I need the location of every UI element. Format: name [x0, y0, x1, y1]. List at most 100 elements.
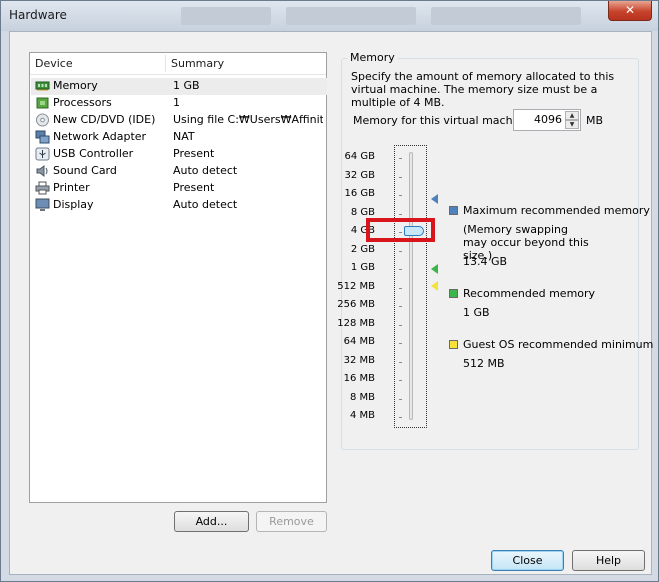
device-name: Processors [53, 96, 112, 109]
scale-tick [399, 176, 402, 178]
device-row-printer[interactable]: Printer Present [31, 180, 327, 197]
scale-tick [399, 361, 402, 363]
scale-tick [399, 324, 402, 326]
scale-tick [399, 380, 402, 381]
recommended-title: Recommended memory [463, 287, 596, 300]
scale-label: 8 GB [350, 206, 375, 218]
device-row-usb-controller[interactable]: USB Controller Present [31, 146, 327, 163]
device-name: USB Controller [53, 147, 134, 160]
recommended-marker-icon [431, 264, 438, 274]
memory-size-value[interactable]: 4096 [534, 113, 562, 126]
device-list[interactable]: Device Summary Memory 1 GB Processors 1 [29, 52, 327, 503]
memory-icon [35, 79, 50, 93]
memory-group-title: Memory [347, 51, 398, 64]
recommended-value: 1 GB [463, 306, 490, 319]
selected-value-highlight [366, 218, 435, 242]
sound-card-icon [35, 164, 50, 178]
device-name: New CD/DVD (IDE) [53, 113, 156, 126]
scale-label: 4 MB [349, 410, 375, 421]
scale-tick [399, 287, 402, 289]
spinner-down-icon[interactable]: ▼ [565, 120, 579, 129]
recommended-swatch-icon [449, 289, 458, 298]
scale-label: 16 MB [343, 373, 375, 384]
device-summary: 1 [173, 96, 180, 109]
device-list-header: Device Summary [30, 53, 326, 75]
scale-label: 32 MB [343, 354, 375, 366]
column-header-device[interactable]: Device [35, 57, 73, 70]
column-header-summary[interactable]: Summary [171, 57, 224, 70]
device-name: Display [53, 198, 94, 211]
display-icon [35, 198, 50, 212]
scale-label: 64 GB [344, 151, 375, 162]
device-row-processors[interactable]: Processors 1 [31, 95, 327, 112]
titlebar-background [286, 7, 416, 25]
scale-label: 32 GB [344, 169, 375, 181]
cd-dvd-icon [35, 113, 50, 127]
device-summary: Auto detect [173, 198, 238, 211]
memory-slider-track[interactable] [409, 152, 413, 420]
scale-label: 16 GB [344, 188, 375, 199]
column-separator[interactable] [165, 55, 166, 72]
scale-tick [399, 343, 402, 344]
memory-unit: MB [586, 114, 604, 127]
scale-tick [399, 398, 402, 400]
max-recommended-value: 13.4 GB [463, 255, 508, 268]
device-name: Printer [53, 181, 90, 194]
scale-tick [399, 250, 402, 252]
scale-label: 128 MB [337, 317, 375, 329]
scale-label: 8 MB [349, 391, 375, 403]
add-device-button[interactable]: Add... [174, 511, 249, 532]
scale-tick [399, 417, 402, 418]
device-name: Network Adapter [53, 130, 147, 143]
window-title: Hardware [9, 8, 67, 22]
help-button[interactable]: Help [572, 550, 645, 571]
dialog-body: Device Summary Memory 1 GB Processors 1 [9, 31, 653, 575]
device-summary: 1 GB [173, 79, 200, 92]
memory-field-label: Memory for this virtual machine: [353, 114, 534, 127]
device-summary: Using file C:₩Users₩Affinit... [173, 113, 323, 126]
memory-slider-thumb[interactable] [404, 226, 424, 236]
device-row-cd-dvd[interactable]: New CD/DVD (IDE) Using file C:₩Users₩Aff… [31, 112, 327, 129]
hardware-dialog: Hardware ✕ Device Summary Memory 1 GB Pr… [0, 0, 659, 582]
processor-icon [35, 96, 50, 110]
guest-minimum-marker-icon [431, 281, 438, 291]
device-summary: Present [173, 147, 215, 160]
guest-minimum-value: 512 MB [463, 357, 505, 370]
memory-description: Specify the amount of memory allocated t… [351, 70, 615, 109]
scale-label: 64 MB [343, 336, 375, 347]
titlebar-background [181, 7, 271, 25]
scale-tick [399, 195, 402, 196]
title-bar: Hardware ✕ [1, 1, 658, 31]
network-adapter-icon [35, 130, 50, 144]
scale-label: 256 MB [337, 299, 375, 310]
scale-tick [399, 269, 402, 270]
scale-tick [399, 158, 402, 159]
printer-icon [35, 181, 50, 195]
close-icon: ✕ [624, 3, 636, 17]
memory-size-spinner[interactable]: 4096 ▲ ▼ [513, 109, 581, 131]
guest-minimum-swatch-icon [449, 340, 458, 349]
device-summary: Present [173, 181, 215, 194]
device-row-sound-card[interactable]: Sound Card Auto detect [31, 163, 327, 180]
device-summary: NAT [173, 130, 195, 143]
max-recommended-swatch-icon [449, 206, 458, 215]
device-row-network-adapter[interactable]: Network Adapter NAT [31, 129, 327, 146]
device-name: Memory [53, 79, 98, 92]
usb-icon [35, 147, 50, 161]
device-row-display[interactable]: Display Auto detect [31, 197, 327, 214]
spinner-up-icon[interactable]: ▲ [565, 111, 579, 120]
max-recommended-title: Maximum recommended memory [463, 204, 650, 217]
remove-device-button[interactable]: Remove [256, 511, 327, 532]
device-summary: Auto detect [173, 164, 238, 177]
window-close-button[interactable]: ✕ [608, 1, 652, 21]
device-row-memory[interactable]: Memory 1 GB [31, 78, 327, 95]
max-recommended-marker-icon [431, 194, 438, 204]
scale-label: 2 GB [350, 243, 375, 255]
scale-label: 1 GB [350, 262, 375, 273]
close-button[interactable]: Close [491, 550, 564, 571]
scale-tick [399, 306, 402, 307]
scale-tick [399, 213, 402, 215]
titlebar-background [431, 7, 581, 25]
device-name: Sound Card [53, 164, 117, 177]
scale-label: 512 MB [337, 280, 375, 292]
